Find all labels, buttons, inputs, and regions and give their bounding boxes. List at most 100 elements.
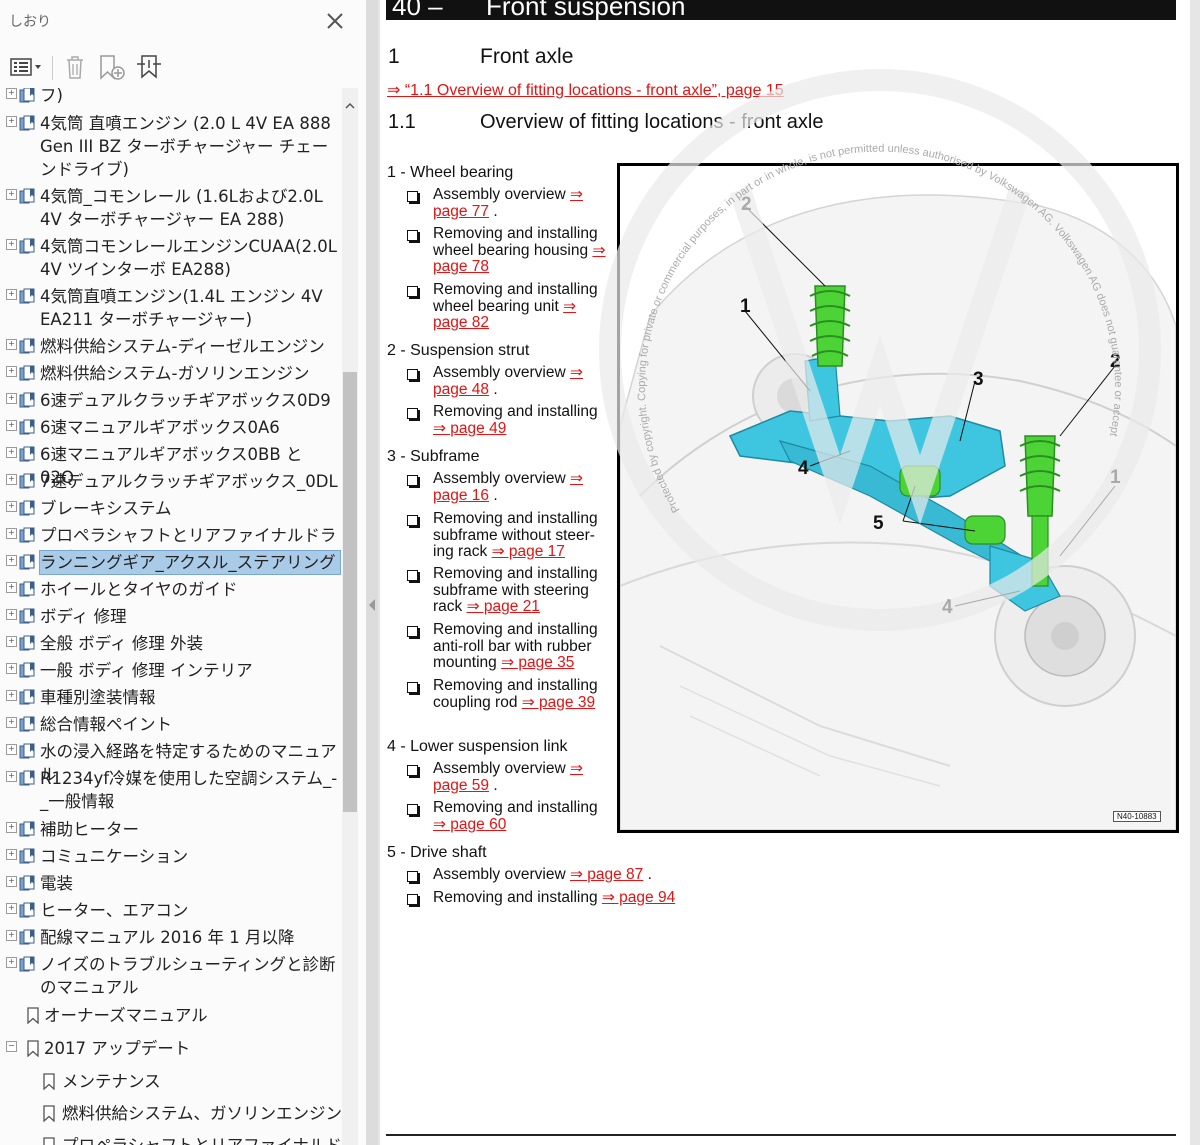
trash-icon[interactable]: [60, 52, 90, 82]
panel-splitter[interactable]: [366, 0, 378, 1145]
expand-toggle-icon[interactable]: +: [6, 582, 17, 593]
bookmark-label: 燃料供給システム-ディーゼルエンジン: [40, 337, 325, 356]
sub-item-text: Assembly overview: [433, 760, 566, 777]
item-title: 5 - Drive shaft: [387, 844, 487, 861]
toc-link[interactable]: ⇒ “1.1 Overview of fitting locations - f…: [387, 80, 784, 100]
item-title: 2 - Suspension strut: [387, 342, 530, 359]
checkbox-bullet-icon: [407, 475, 418, 486]
bookmarks-title: しおり: [9, 14, 51, 30]
expand-toggle-icon[interactable]: +: [6, 189, 17, 200]
expand-toggle-icon[interactable]: +: [6, 447, 17, 458]
expand-toggle-icon[interactable]: −: [6, 1041, 17, 1052]
sub-item: Removing and installing ⇒ page 60: [433, 799, 613, 833]
collapse-arrow-icon[interactable]: [368, 598, 376, 612]
page-link[interactable]: ⇒ page 87: [570, 866, 643, 883]
expand-toggle-icon[interactable]: +: [6, 366, 17, 377]
page-link[interactable]: ⇒ page 94: [602, 889, 675, 906]
checkbox-bullet-icon: [407, 408, 418, 419]
chapter-number: 40 –: [392, 0, 443, 21]
expand-bookmark-icon[interactable]: [134, 52, 164, 82]
expand-toggle-icon[interactable]: +: [6, 420, 17, 431]
page-link[interactable]: ⇒ page 60: [433, 816, 506, 833]
expand-toggle-icon[interactable]: +: [6, 771, 17, 782]
checkbox-bullet-icon: [407, 570, 418, 581]
bookmark-label: ヒーター、エアコン: [40, 901, 189, 920]
section-title: Front axle: [480, 45, 574, 68]
bookmark-icon: [19, 88, 35, 103]
expand-toggle-icon[interactable]: +: [6, 636, 17, 647]
bookmark-icon: [43, 1073, 55, 1090]
bookmark-icon: [19, 392, 35, 408]
bookmark-icon: [27, 1007, 39, 1024]
add-bookmark-icon[interactable]: [96, 52, 128, 82]
bookmark-icon: [19, 902, 35, 918]
callout-4-right: 4: [942, 597, 953, 618]
expand-toggle-icon[interactable]: +: [6, 393, 17, 404]
subsection-title: Overview of fitting locations - front ax…: [480, 111, 824, 133]
expand-toggle-icon[interactable]: +: [6, 930, 17, 941]
sub-item-suffix: .: [489, 380, 498, 398]
page-link[interactable]: ⇒ page 17: [492, 543, 565, 560]
bookmark-label: 燃料供給システム-ガソリンエンジン: [40, 364, 310, 383]
expand-toggle-icon[interactable]: +: [6, 528, 17, 539]
bookmark-icon: [19, 288, 35, 304]
checkbox-bullet-icon: [407, 626, 418, 637]
bookmarks-panel: しおり + フ) +4気筒 直噴エンジン (2.0 L 4V EA 888 Gen …: [0, 0, 367, 1145]
bookmark-icon: [27, 1040, 39, 1057]
expand-toggle-icon[interactable]: +: [6, 474, 17, 485]
scroll-up-arrow-icon[interactable]: [342, 98, 358, 114]
bookmark-icon: [19, 115, 35, 131]
sub-item: Removing and installing anti-roll bar wi…: [433, 621, 613, 672]
expand-toggle-icon[interactable]: +: [6, 116, 17, 127]
bookmark-icon: [19, 238, 35, 254]
sub-item: Removing and installing subframe with st…: [433, 565, 613, 616]
callout-3: 3: [973, 369, 984, 390]
sub-item-suffix: .: [643, 866, 652, 883]
page-link[interactable]: ⇒ page 21: [467, 598, 540, 615]
bookmark-label: 補助ヒーター: [40, 820, 139, 839]
bookmark-label: 全般 ボディ 修理 外装: [40, 634, 204, 653]
checkbox-bullet-icon: [407, 286, 418, 297]
sub-item: Assembly overview ⇒ page 48 .: [433, 364, 613, 398]
checkbox-bullet-icon: [407, 230, 418, 241]
expand-toggle-icon[interactable]: +: [6, 744, 17, 755]
expand-toggle-icon[interactable]: +: [6, 717, 17, 728]
expand-toggle-icon[interactable]: +: [6, 609, 17, 620]
bookmark-label: プロペラシャフトとリアファイナルドライブ: [62, 1134, 342, 1145]
sub-item-text: Assembly overview: [433, 866, 566, 883]
expand-toggle-icon[interactable]: +: [6, 88, 17, 99]
bookmark-icon: [19, 608, 35, 624]
page-link[interactable]: ⇒ page 49: [433, 420, 506, 437]
expand-toggle-icon[interactable]: +: [6, 849, 17, 860]
callout-5: 5: [873, 513, 884, 534]
checkbox-bullet-icon: [407, 765, 418, 776]
sub-item: Removing and installing wheel bearing ho…: [433, 225, 613, 276]
expand-toggle-icon[interactable]: +: [6, 555, 17, 566]
checkbox-bullet-icon: [407, 515, 418, 526]
bookmark-icon: [19, 419, 35, 435]
expand-toggle-icon[interactable]: +: [6, 339, 17, 350]
sub-item: Assembly overview ⇒ page 87 .: [433, 866, 793, 884]
scrollbar-thumb[interactable]: [343, 372, 357, 812]
page-link[interactable]: ⇒ page 39: [522, 694, 595, 711]
list-options-icon[interactable]: [8, 52, 44, 82]
bookmark-icon: [19, 848, 35, 864]
close-icon[interactable]: [322, 8, 348, 34]
bookmark-label: ブレーキシステム: [40, 499, 172, 518]
bookmark-icon: [19, 689, 35, 705]
sub-item-text: Assembly overview: [433, 364, 566, 381]
bookmark-label: 6速マニュアルギアボックス0A6: [40, 418, 280, 437]
expand-toggle-icon[interactable]: +: [6, 239, 17, 250]
expand-toggle-icon[interactable]: +: [6, 289, 17, 300]
expand-toggle-icon[interactable]: +: [6, 822, 17, 833]
expand-toggle-icon[interactable]: +: [6, 663, 17, 674]
expand-toggle-icon[interactable]: +: [6, 690, 17, 701]
sub-item: Removing and installing ⇒ page 94: [433, 889, 793, 907]
page-link[interactable]: ⇒ page 35: [501, 654, 574, 671]
bookmark-icon: [19, 956, 35, 972]
expand-toggle-icon[interactable]: +: [6, 501, 17, 512]
expand-toggle-icon[interactable]: +: [6, 876, 17, 887]
expand-toggle-icon[interactable]: +: [6, 957, 17, 968]
bookmark-icon: [43, 1105, 55, 1122]
expand-toggle-icon[interactable]: +: [6, 903, 17, 914]
